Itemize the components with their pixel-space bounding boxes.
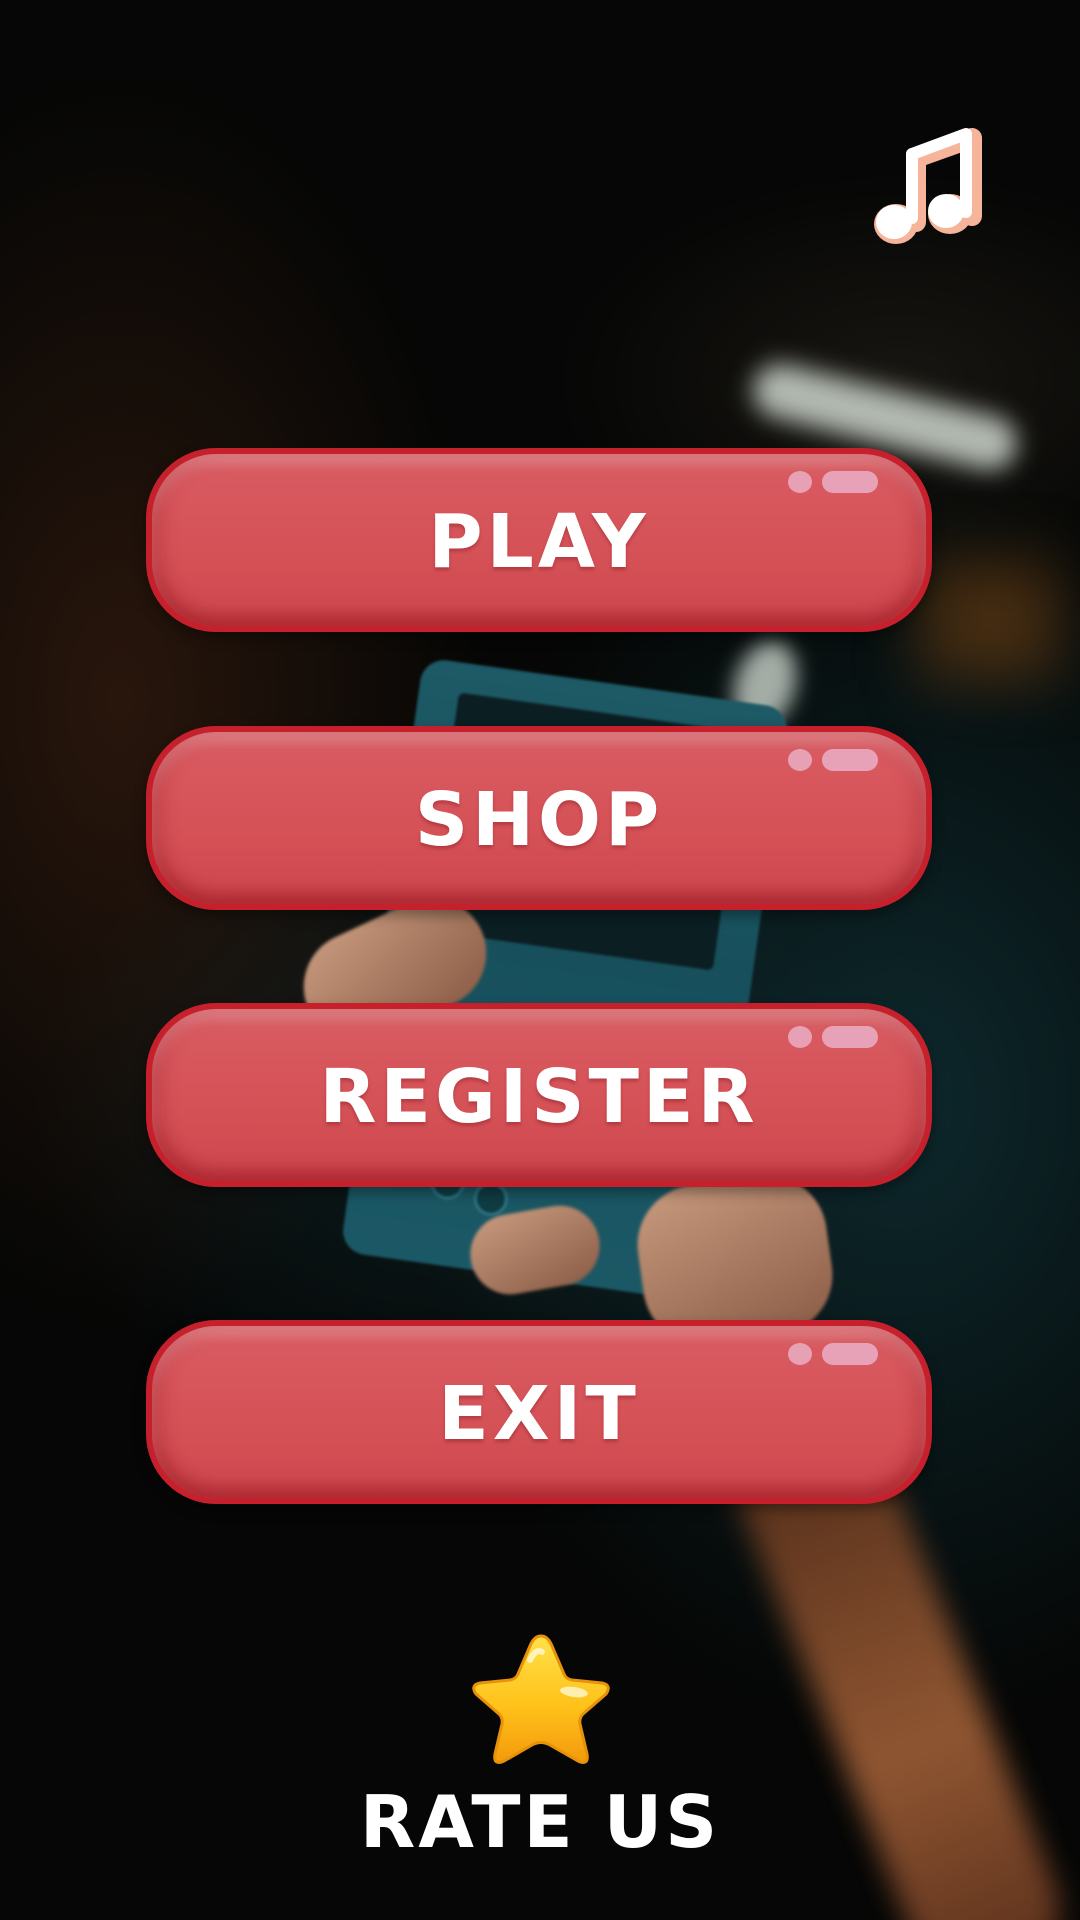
button-highlight (822, 1026, 878, 1048)
exit-button[interactable]: EXIT (146, 1320, 932, 1504)
exit-button-label: EXIT (438, 1371, 640, 1457)
play-button[interactable]: PLAY (146, 448, 932, 632)
rate-us-label[interactable]: RATE US (240, 1780, 840, 1864)
button-highlight (788, 749, 812, 771)
button-highlight (788, 471, 812, 493)
background-glow (920, 560, 1060, 680)
button-highlight (822, 749, 878, 771)
rate-star-button[interactable] (466, 1630, 616, 1772)
button-highlight (822, 471, 878, 493)
shop-button[interactable]: SHOP (146, 726, 932, 910)
play-button-label: PLAY (428, 499, 650, 585)
button-highlight (788, 1343, 812, 1365)
register-button[interactable]: REGISTER (146, 1003, 932, 1187)
shop-button-label: SHOP (414, 777, 664, 863)
button-highlight (822, 1343, 878, 1365)
music-toggle-button[interactable] (864, 120, 984, 250)
music-note-icon (874, 128, 982, 244)
register-button-label: REGISTER (319, 1054, 759, 1140)
button-highlight (788, 1026, 812, 1048)
star-icon (472, 1634, 610, 1764)
